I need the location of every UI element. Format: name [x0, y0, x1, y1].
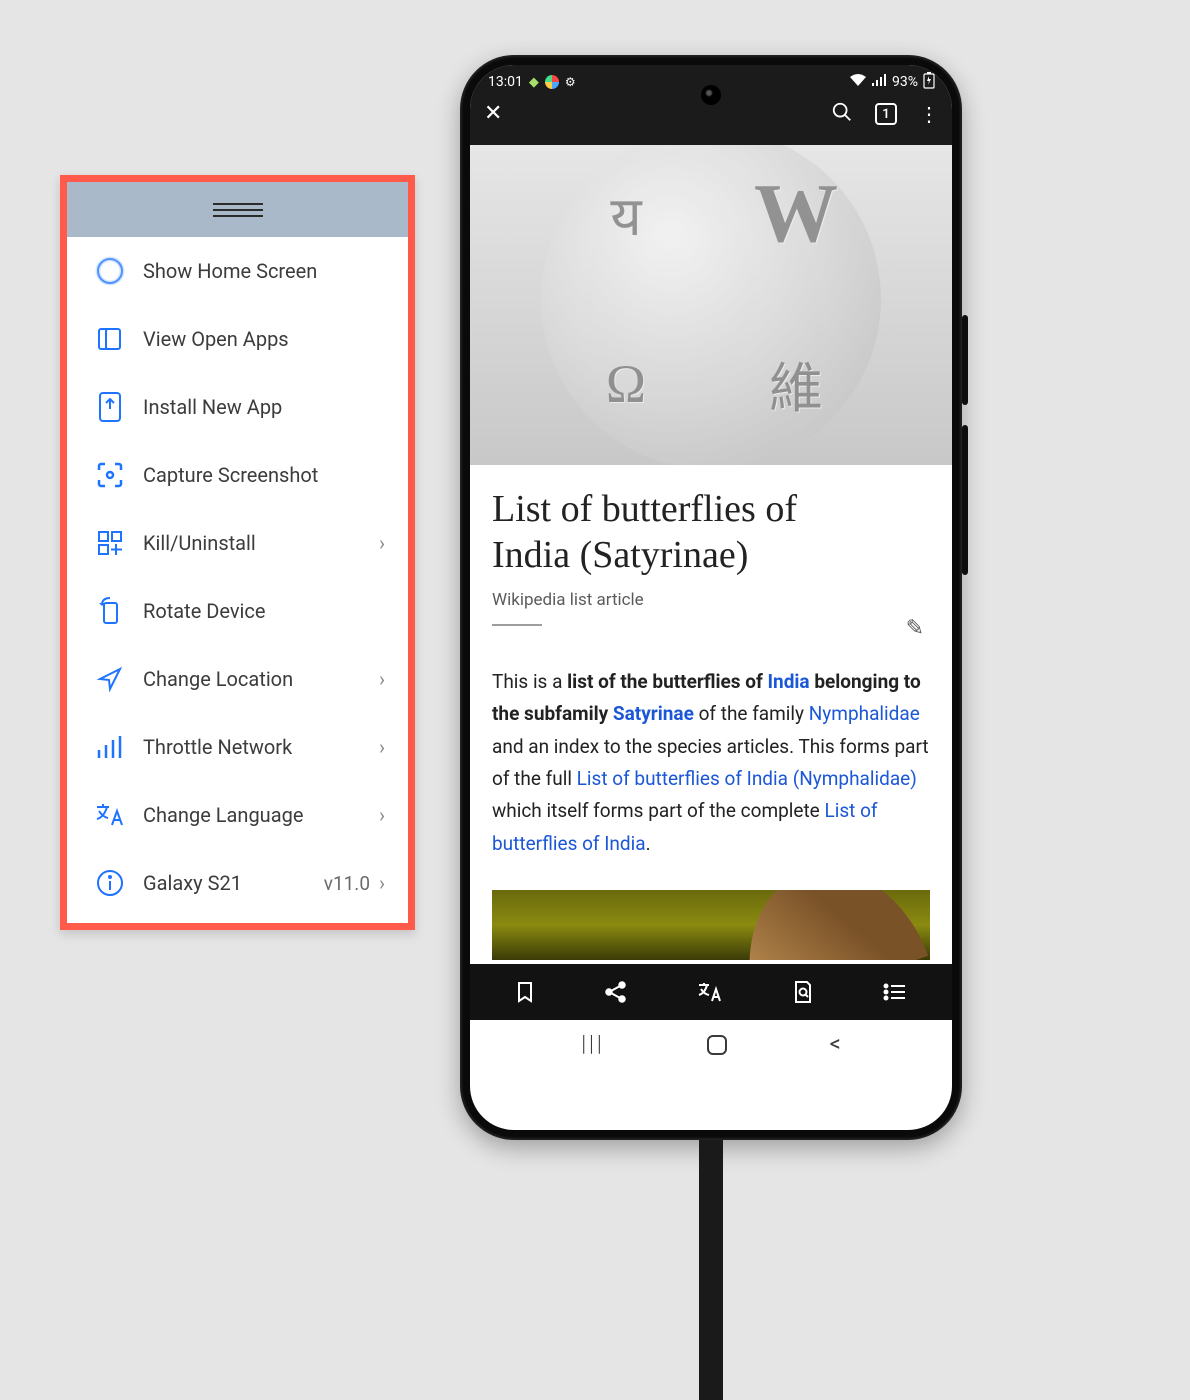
install-icon: [89, 391, 131, 423]
chevron-right-icon: ›: [374, 735, 390, 759]
article-image: [492, 890, 930, 960]
contents-icon[interactable]: [883, 983, 907, 1001]
home-circle-icon: [89, 256, 131, 286]
article-action-bar: [470, 964, 952, 1020]
wifi-icon: [850, 74, 866, 90]
rotate-icon: [89, 595, 131, 627]
panel-item-label: Install New App: [131, 395, 390, 419]
info-icon: [89, 868, 131, 898]
apps-icon: [89, 528, 131, 558]
panel-item-show-home-screen[interactable]: Show Home Screen: [67, 237, 408, 305]
link-list-nymphalidae[interactable]: List of butterflies of India (Nymphalida…: [577, 767, 917, 790]
battery-icon: [924, 72, 934, 92]
more-icon[interactable]: ⋮: [919, 102, 938, 126]
location-icon: [89, 665, 131, 693]
volume-button[interactable]: [962, 315, 968, 405]
bookmark-icon[interactable]: [515, 981, 535, 1003]
tab-count[interactable]: 1: [875, 103, 897, 125]
share-icon[interactable]: [604, 981, 628, 1003]
find-in-page-icon[interactable]: [792, 980, 814, 1004]
open-apps-icon: [89, 324, 131, 354]
front-camera: [701, 85, 721, 105]
panel-item-label: Capture Screenshot: [131, 463, 390, 487]
panel-item-install-new-app[interactable]: Install New App: [67, 373, 408, 441]
settings-small-icon: ⚙: [565, 75, 576, 89]
wikipedia-globe-icon: य W Ω 維: [541, 145, 881, 465]
chevron-right-icon: ›: [374, 871, 390, 895]
translate-icon[interactable]: [697, 981, 723, 1003]
article-text: This is a list of the butterflies of Ind…: [492, 666, 930, 860]
panel-item-label: Throttle Network: [131, 735, 374, 759]
panel-item-label: Rotate Device: [131, 599, 390, 623]
article-title: List of butterflies of India (Satyrinae): [492, 487, 930, 578]
link-india[interactable]: India: [767, 670, 809, 693]
panel-item-sublabel: v11.0: [324, 872, 374, 895]
android-icon: ◆: [529, 75, 539, 90]
panel-item-capture-screenshot[interactable]: Capture Screenshot: [67, 441, 408, 509]
home-button[interactable]: [707, 1035, 727, 1055]
panel-item-label: Change Location: [131, 667, 374, 691]
link-nymphalidae[interactable]: Nymphalidae: [809, 702, 920, 725]
search-icon[interactable]: [831, 101, 853, 127]
panel-item-label: Kill/Uninstall: [131, 531, 374, 555]
panel-item-throttle-network[interactable]: Throttle Network›: [67, 713, 408, 781]
link-satyrinae[interactable]: Satyrinae: [613, 702, 694, 725]
panel-item-label: Galaxy S21: [131, 871, 324, 895]
edit-icon[interactable]: ✎: [906, 616, 924, 641]
chevron-right-icon: ›: [374, 667, 390, 691]
power-button[interactable]: [962, 425, 968, 575]
capture-icon: [89, 460, 131, 490]
signal-icon: [872, 74, 886, 90]
status-time: 13:01: [488, 74, 523, 90]
article-subtitle: Wikipedia list article: [492, 590, 930, 610]
article-body: List of butterflies of India (Satyrinae)…: [470, 465, 952, 870]
panel-menu: Show Home Screen View Open Apps Install Ne…: [67, 237, 408, 923]
panel-item-kill-uninstall[interactable]: Kill/Uninstall›: [67, 509, 408, 577]
network-icon: [89, 734, 131, 760]
panel-item-galaxy-s21[interactable]: Galaxy S21v11.0›: [67, 849, 408, 917]
device-frame: 13:01 ◆ ⚙ 93% ✕: [460, 55, 962, 1140]
chevron-right-icon: ›: [374, 531, 390, 555]
divider: [492, 624, 542, 626]
battery-label: 93%: [892, 74, 918, 90]
panel-item-change-language[interactable]: Change Language›: [67, 781, 408, 849]
panel-item-label: View Open Apps: [131, 327, 390, 351]
android-nav-bar: ||| <: [470, 1020, 952, 1070]
panel-item-view-open-apps[interactable]: View Open Apps: [67, 305, 408, 373]
panel-item-change-location[interactable]: Change Location›: [67, 645, 408, 713]
recents-button[interactable]: |||: [581, 1032, 605, 1057]
back-button[interactable]: <: [830, 1032, 841, 1057]
panel-drag-handle[interactable]: [67, 182, 408, 237]
language-icon: [89, 802, 131, 828]
browser-toolbar: ✕ 1 ⋮: [470, 99, 952, 145]
close-icon[interactable]: ✕: [484, 101, 502, 126]
article-hero: य W Ω 維: [470, 145, 952, 465]
panel-item-label: Change Language: [131, 803, 374, 827]
panel-item-rotate-device[interactable]: Rotate Device: [67, 577, 408, 645]
chevron-right-icon: ›: [374, 803, 390, 827]
panel-item-label: Show Home Screen: [131, 259, 390, 283]
sync-icon: [545, 75, 559, 89]
control-panel: Show Home Screen View Open Apps Install Ne…: [60, 175, 415, 930]
